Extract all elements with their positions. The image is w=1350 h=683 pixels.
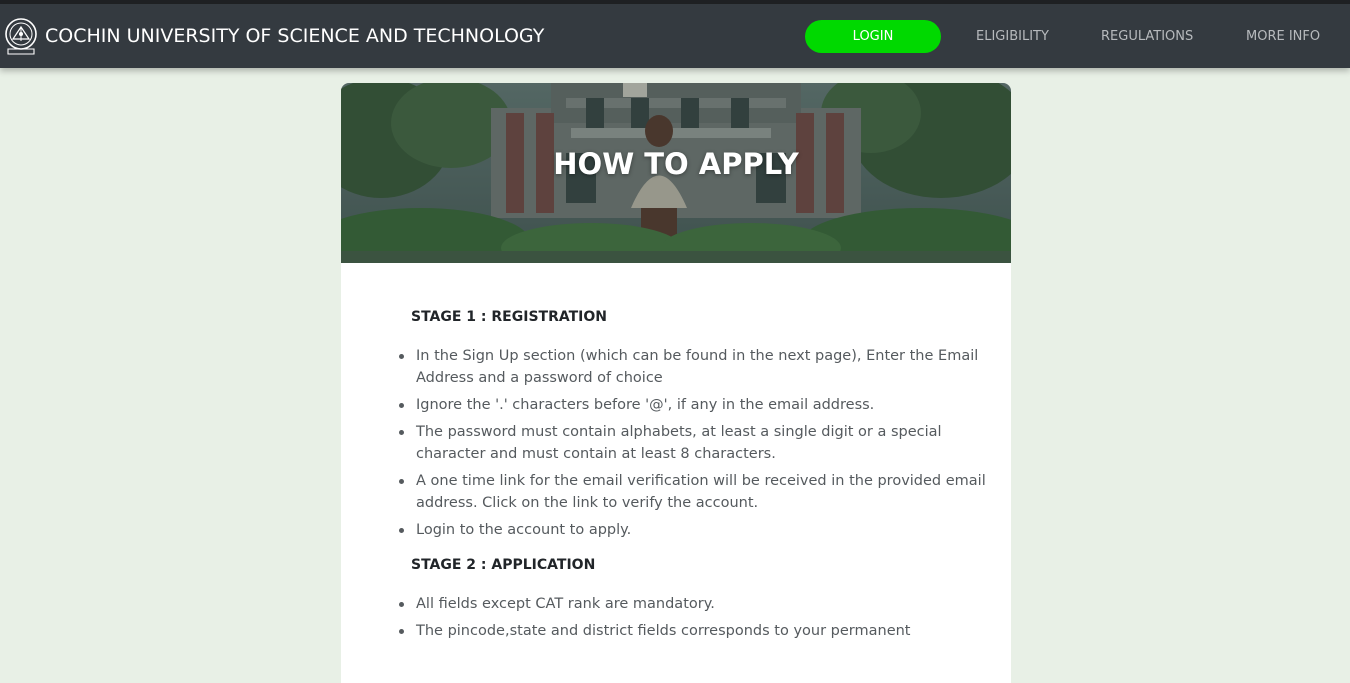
navbar: COCHIN UNIVERSITY OF SCIENCE AND TECHNOL…: [0, 4, 1350, 68]
stage-1-title: STAGE 1 : REGISTRATION: [411, 309, 607, 325]
brand-title: COCHIN UNIVERSITY OF SCIENCE AND TECHNOL…: [45, 25, 545, 47]
login-button[interactable]: LOGIN: [805, 20, 941, 53]
instructions: STAGE 1 : REGISTRATION In the Sign Up se…: [399, 307, 991, 647]
list-item: All fields except CAT rank are mandatory…: [399, 593, 986, 615]
nav-link-eligibility[interactable]: ELIGIBILITY: [976, 20, 1049, 53]
content-card: HOW TO APPLY STAGE 1 : REGISTRATION In t…: [341, 83, 1011, 683]
hero-banner: HOW TO APPLY: [341, 83, 1011, 263]
list-item: The password must contain alphabets, at …: [399, 421, 986, 465]
list-item: Ignore the '.' characters before '@', if…: [399, 394, 986, 416]
stage-1-list: In the Sign Up section (which can be fou…: [399, 345, 991, 541]
stage-2-title: STAGE 2 : APPLICATION: [411, 557, 596, 573]
list-item: The pincode,state and district fields co…: [399, 620, 986, 642]
university-logo-icon: [5, 18, 37, 55]
nav-link-more-info[interactable]: MORE INFO: [1246, 20, 1320, 53]
list-item: A one time link for the email verificati…: [399, 470, 986, 514]
page-title: HOW TO APPLY: [553, 147, 799, 181]
stage-2-list: All fields except CAT rank are mandatory…: [399, 593, 991, 642]
list-item: Login to the account to apply.: [399, 519, 986, 541]
nav-link-regulations[interactable]: REGULATIONS: [1101, 20, 1193, 53]
list-item: In the Sign Up section (which can be fou…: [399, 345, 986, 389]
brand[interactable]: COCHIN UNIVERSITY OF SCIENCE AND TECHNOL…: [3, 14, 544, 58]
